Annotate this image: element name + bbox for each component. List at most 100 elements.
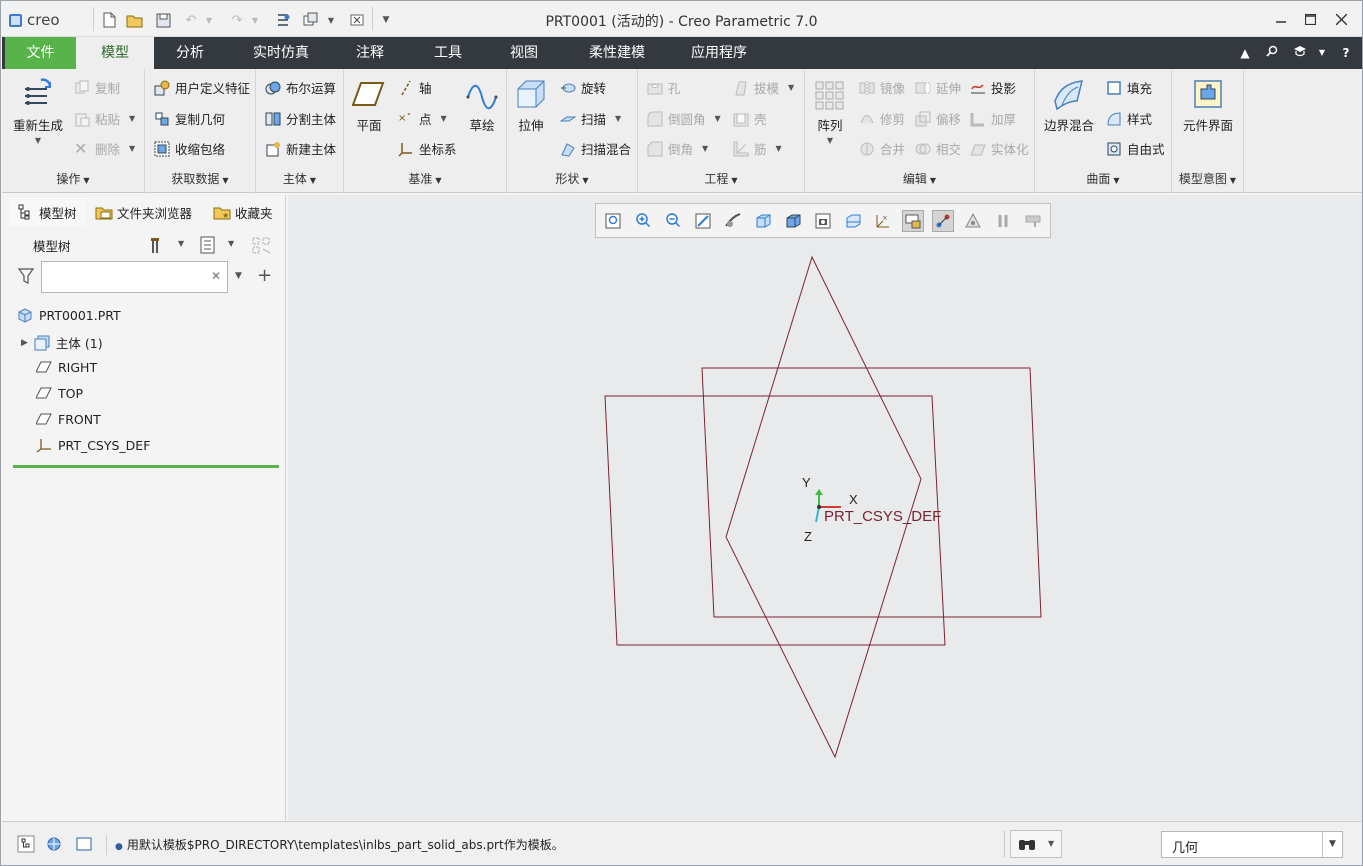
- insert-here-marker[interactable]: [13, 465, 279, 468]
- offset-button[interactable]: 偏移: [915, 109, 961, 128]
- regenerate-dropdown-icon[interactable]: ▼: [10, 136, 66, 145]
- browser-icon[interactable]: [42, 832, 66, 856]
- tab-live-simulation[interactable]: 实时仿真: [242, 37, 320, 69]
- csys-triad[interactable]: Y X Z PRT_CSYS_DEF: [802, 475, 941, 544]
- group-label-datum[interactable]: 基准 ▼: [344, 170, 506, 187]
- collapse-ribbon-icon[interactable]: ▲: [1237, 45, 1253, 61]
- tree-item-right[interactable]: RIGHT: [35, 359, 97, 375]
- tab-model-tree[interactable]: 模型树: [9, 198, 85, 226]
- group-label-engineering[interactable]: 工程 ▼: [638, 170, 804, 187]
- solidify-button[interactable]: 实体化: [970, 139, 1029, 158]
- draft-button[interactable]: 拔模 ▼: [733, 78, 794, 97]
- merge-button[interactable]: 合并: [859, 139, 905, 158]
- freestyle-button[interactable]: 自由式: [1106, 139, 1165, 158]
- group-label-shapes[interactable]: 形状 ▼: [507, 170, 637, 187]
- tree-item-top[interactable]: TOP: [35, 385, 83, 401]
- tree-settings-icon[interactable]: [147, 235, 169, 255]
- extend-button[interactable]: 延伸: [915, 78, 961, 97]
- find-button[interactable]: ▼: [1010, 830, 1062, 858]
- group-label-model-intent[interactable]: 模型意图 ▼: [1172, 170, 1243, 187]
- group-label-surfaces[interactable]: 曲面 ▼: [1035, 170, 1171, 187]
- find-dropdown-icon[interactable]: ▼: [1048, 839, 1054, 848]
- style-button[interactable]: 样式: [1106, 109, 1152, 128]
- group-label-body[interactable]: 主体 ▼: [256, 170, 343, 187]
- help-icon[interactable]: ?: [1338, 45, 1354, 61]
- tab-file[interactable]: 文件: [5, 37, 76, 69]
- tree-item-bodies[interactable]: ▶ 主体 (1): [21, 333, 103, 352]
- hole-button[interactable]: 孔: [647, 78, 681, 97]
- sketch-button[interactable]: 草绘: [464, 77, 500, 134]
- full-screen-icon[interactable]: [72, 832, 96, 856]
- point-dropdown-icon[interactable]: ▼: [441, 114, 447, 123]
- group-label-editing[interactable]: 编辑 ▼: [805, 170, 1034, 187]
- tab-flexible-modeling[interactable]: 柔性建模: [577, 37, 657, 69]
- tab-favorites[interactable]: ★ 收藏夹: [205, 198, 281, 226]
- filter-icon[interactable]: [17, 267, 37, 287]
- tree-item-front[interactable]: FRONT: [35, 411, 101, 427]
- tab-analysis[interactable]: 分析: [162, 37, 218, 69]
- tab-folder-browser[interactable]: 文件夹浏览器: [87, 198, 200, 226]
- search-icon[interactable]: [1264, 45, 1280, 61]
- trim-button[interactable]: 修剪: [859, 109, 905, 128]
- show-navigator-icon[interactable]: [14, 832, 38, 856]
- tree-search-input[interactable]: ✕: [41, 261, 228, 293]
- new-body-button[interactable]: 新建主体: [265, 139, 336, 158]
- paste-dropdown-icon[interactable]: ▼: [129, 114, 135, 123]
- tree-columns-icon[interactable]: [199, 235, 219, 255]
- paste-button[interactable]: 粘贴 ▼: [74, 109, 135, 128]
- delete-dropdown-icon[interactable]: ▼: [129, 144, 135, 153]
- fill-button[interactable]: 填充: [1106, 78, 1152, 97]
- split-body-button[interactable]: 分割主体: [265, 109, 336, 128]
- udf-button[interactable]: 用户定义特征: [154, 78, 250, 97]
- group-label-get-data[interactable]: 获取数据 ▼: [145, 170, 255, 187]
- shrinkwrap-button[interactable]: 收缩包络: [154, 139, 225, 158]
- copy-button[interactable]: 复制: [74, 78, 120, 97]
- tab-model[interactable]: 模型: [76, 37, 154, 69]
- tree-item-csys[interactable]: PRT_CSYS_DEF: [36, 437, 150, 453]
- datum-plane-right[interactable]: [701, 367, 1042, 618]
- intersect-button[interactable]: 相交: [915, 139, 961, 158]
- sweep-dropdown-icon[interactable]: ▼: [615, 114, 621, 123]
- boundary-blend-button[interactable]: 边界混合: [1043, 77, 1095, 134]
- tree-settings-dropdown-icon[interactable]: ▼: [178, 239, 184, 248]
- csys-button[interactable]: 坐标系: [398, 139, 457, 158]
- tree-columns-dropdown-icon[interactable]: ▼: [228, 239, 234, 248]
- draft-dropdown-icon[interactable]: ▼: [788, 83, 794, 92]
- chamfer-button[interactable]: 倒角 ▼: [647, 139, 708, 158]
- tab-applications[interactable]: 应用程序: [679, 37, 759, 69]
- chevron-down-icon[interactable]: ▼: [1322, 832, 1342, 857]
- tab-tools[interactable]: 工具: [420, 37, 476, 69]
- project-button[interactable]: 投影: [970, 78, 1016, 97]
- regenerate-button[interactable]: 重新生成 ▼: [10, 77, 66, 145]
- close-icon[interactable]: [1331, 9, 1351, 29]
- mirror-button[interactable]: 镜像: [859, 78, 905, 97]
- sweep-button[interactable]: 扫描 ▼: [559, 109, 621, 128]
- rib-dropdown-icon[interactable]: ▼: [776, 144, 782, 153]
- tab-annotate[interactable]: 注释: [342, 37, 398, 69]
- point-button[interactable]: ×˟ 点 ▼: [398, 109, 447, 128]
- round-dropdown-icon[interactable]: ▼: [715, 114, 721, 123]
- selection-filter-dropdown[interactable]: 几何 ▼: [1161, 831, 1343, 858]
- axis-button[interactable]: 轴: [398, 78, 432, 97]
- chamfer-dropdown-icon[interactable]: ▼: [702, 144, 708, 153]
- maximize-icon[interactable]: [1300, 9, 1320, 29]
- search-options-dropdown-icon[interactable]: ▼: [235, 271, 242, 281]
- rib-button[interactable]: 筋 ▼: [733, 139, 782, 158]
- learning-dropdown-icon[interactable]: ▼: [1314, 45, 1330, 61]
- extrude-button[interactable]: 拉伸: [514, 77, 548, 134]
- pattern-dropdown-icon[interactable]: ▼: [813, 136, 847, 145]
- revolve-button[interactable]: 旋转: [560, 78, 606, 97]
- delete-button[interactable]: ✕ 删除 ▼: [74, 139, 135, 158]
- swept-blend-button[interactable]: 扫描混合: [560, 139, 631, 158]
- shell-button[interactable]: 壳: [733, 109, 767, 128]
- component-interface-button[interactable]: 元件界面: [1178, 77, 1238, 134]
- group-label-operations[interactable]: 操作 ▼: [2, 170, 144, 187]
- graphics-area[interactable]: × Y X Z PRT_CSYS_DEF: [288, 195, 1362, 821]
- round-button[interactable]: 倒圆角 ▼: [647, 109, 721, 128]
- copy-geometry-button[interactable]: 复制几何: [154, 109, 225, 128]
- learning-connector-icon[interactable]: [1292, 45, 1308, 61]
- tree-filter-toggle-icon[interactable]: [251, 235, 273, 255]
- add-filter-icon[interactable]: +: [257, 265, 272, 286]
- expand-arrow-icon[interactable]: ▶: [21, 338, 28, 348]
- clear-search-icon[interactable]: ✕: [211, 269, 221, 283]
